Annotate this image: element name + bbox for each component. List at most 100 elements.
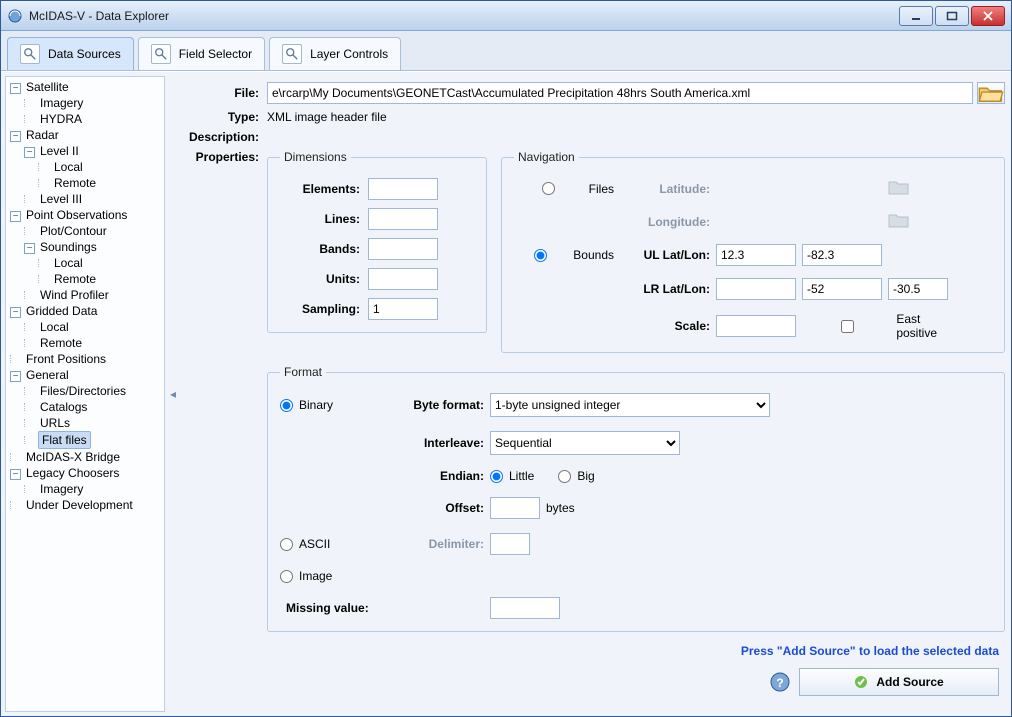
tree-toggle[interactable]: − [10, 371, 21, 382]
file-label: File: [177, 86, 267, 100]
nav-bounds-label: Bounds [573, 248, 614, 262]
tree-leaf[interactable]: Remote [52, 271, 98, 287]
tree-node-general[interactable]: General [24, 367, 71, 383]
lines-input[interactable] [368, 208, 438, 230]
main-panel: File: Type: XML image header file Descri… [177, 76, 1005, 712]
tree-toggle[interactable]: − [10, 131, 21, 142]
elements-label: Elements: [280, 182, 360, 196]
tree-toggle[interactable]: − [10, 469, 21, 480]
properties-label: Properties: [177, 150, 267, 164]
minimize-button[interactable] [899, 6, 933, 26]
tree-toggle[interactable]: − [10, 211, 21, 222]
endian-little-radio[interactable] [490, 470, 503, 483]
endian-little-label: Little [509, 469, 534, 483]
scale-input[interactable] [716, 315, 796, 337]
navigation-legend: Navigation [514, 150, 579, 164]
tree-leaf[interactable]: Remote [52, 175, 98, 191]
tree-toggle[interactable]: − [10, 83, 21, 94]
sampling-input[interactable] [368, 298, 438, 320]
tree-node-radar[interactable]: Radar [24, 127, 61, 143]
tab-field-selector[interactable]: Field Selector [138, 37, 265, 70]
lr-extra-input[interactable] [716, 278, 796, 300]
endian-big-label: Big [577, 469, 594, 483]
format-ascii-radio[interactable] [280, 538, 293, 551]
lr-lat-input[interactable] [802, 278, 882, 300]
tree-node-gridded[interactable]: Gridded Data [24, 303, 99, 319]
tree-node-level2[interactable]: Level II [38, 143, 81, 159]
ul-lon-input[interactable] [802, 244, 882, 266]
tree-leaf[interactable]: Imagery [38, 95, 85, 111]
tree-leaf[interactable]: Local [52, 159, 85, 175]
file-input[interactable] [267, 82, 973, 104]
delimiter-input[interactable] [490, 533, 530, 555]
tree-leaf[interactable]: Plot/Contour [38, 223, 109, 239]
close-button[interactable] [971, 6, 1005, 26]
east-positive-checkbox[interactable] [806, 320, 889, 333]
format-image-radio[interactable] [280, 570, 293, 583]
tree-node-satellite[interactable]: Satellite [24, 79, 71, 95]
window-controls [899, 6, 1005, 26]
format-binary-radio[interactable] [280, 399, 293, 412]
tab-data-sources[interactable]: Data Sources [7, 37, 134, 70]
dimensions-group: Dimensions Elements: Lines: Bands: Units… [267, 150, 487, 333]
missing-input[interactable] [490, 597, 560, 619]
tree-toggle[interactable]: − [24, 147, 35, 158]
tree-toggle[interactable]: − [24, 243, 35, 254]
offset-label: Offset: [390, 501, 490, 515]
endian-big-radio[interactable] [558, 470, 571, 483]
lr-lon-input[interactable] [888, 278, 948, 300]
tree-leaf[interactable]: Catalogs [38, 399, 89, 415]
nav-files-radio[interactable] [514, 182, 583, 195]
tree-leaf[interactable]: Level III [38, 191, 84, 207]
tree-node-mcidasx[interactable]: McIDAS-X Bridge [24, 449, 122, 465]
longitude-label: Longitude: [620, 215, 710, 229]
app-window: McIDAS-V - Data Explorer Data Sources Fi… [0, 0, 1012, 717]
tree-leaf[interactable]: Local [38, 319, 71, 335]
tree-leaf[interactable]: Remote [38, 335, 84, 351]
east-positive-label: East positive [896, 312, 938, 340]
tree-leaf[interactable]: URLs [38, 415, 72, 431]
tree-leaf[interactable]: HYDRA [38, 111, 84, 127]
tree-leaf[interactable]: Imagery [38, 481, 85, 497]
tree-leaf[interactable]: Files/Directories [38, 383, 128, 399]
byte-format-select[interactable]: 1-byte unsigned integer [490, 393, 770, 417]
format-legend: Format [280, 365, 326, 379]
tree-node-front[interactable]: Front Positions [24, 351, 108, 367]
help-icon[interactable]: ? [769, 671, 791, 693]
tree-node-point-obs[interactable]: Point Observations [24, 207, 129, 223]
tree-toggle[interactable]: − [10, 307, 21, 318]
footer: ? Add Source [177, 658, 1005, 700]
maximize-button[interactable] [935, 6, 969, 26]
dimensions-legend: Dimensions [280, 150, 351, 164]
type-value: XML image header file [267, 110, 387, 124]
elements-input[interactable] [368, 178, 438, 200]
tree-leaf[interactable]: Wind Profiler [38, 287, 111, 303]
tree-leaf[interactable]: Local [52, 255, 85, 271]
units-input[interactable] [368, 268, 438, 290]
tree-leaf-flat-files[interactable]: Flat files [38, 431, 91, 449]
magnifier-icon [282, 44, 302, 64]
tree-node-soundings[interactable]: Soundings [38, 239, 99, 255]
tree-node-under-dev[interactable]: Under Development [24, 497, 135, 513]
offset-input[interactable] [490, 497, 540, 519]
ul-lat-input[interactable] [716, 244, 796, 266]
nav-files-label: Files [589, 182, 614, 196]
bands-input[interactable] [368, 238, 438, 260]
endian-label: Endian: [390, 469, 490, 483]
ul-label: UL Lat/Lon: [620, 248, 710, 262]
tree-node-legacy[interactable]: Legacy Choosers [24, 465, 121, 481]
tab-label: Layer Controls [310, 47, 388, 61]
add-source-button[interactable]: Add Source [799, 668, 999, 696]
load-hint: Press "Add Source" to load the selected … [177, 644, 999, 658]
browse-file-button[interactable] [977, 82, 1005, 104]
content-area: −Satellite Imagery HYDRA −Radar −Level I… [1, 71, 1011, 716]
add-source-label: Add Source [876, 675, 943, 689]
tab-layer-controls[interactable]: Layer Controls [269, 37, 401, 70]
splitter-handle[interactable]: ◂ [169, 72, 177, 716]
interleave-select[interactable]: Sequential [490, 431, 680, 455]
lon-browse-icon [888, 211, 938, 232]
nav-bounds-radio[interactable] [514, 249, 567, 262]
byte-format-label: Byte format: [390, 398, 490, 412]
missing-label: Missing value: [280, 601, 490, 615]
type-label: Type: [177, 110, 267, 124]
